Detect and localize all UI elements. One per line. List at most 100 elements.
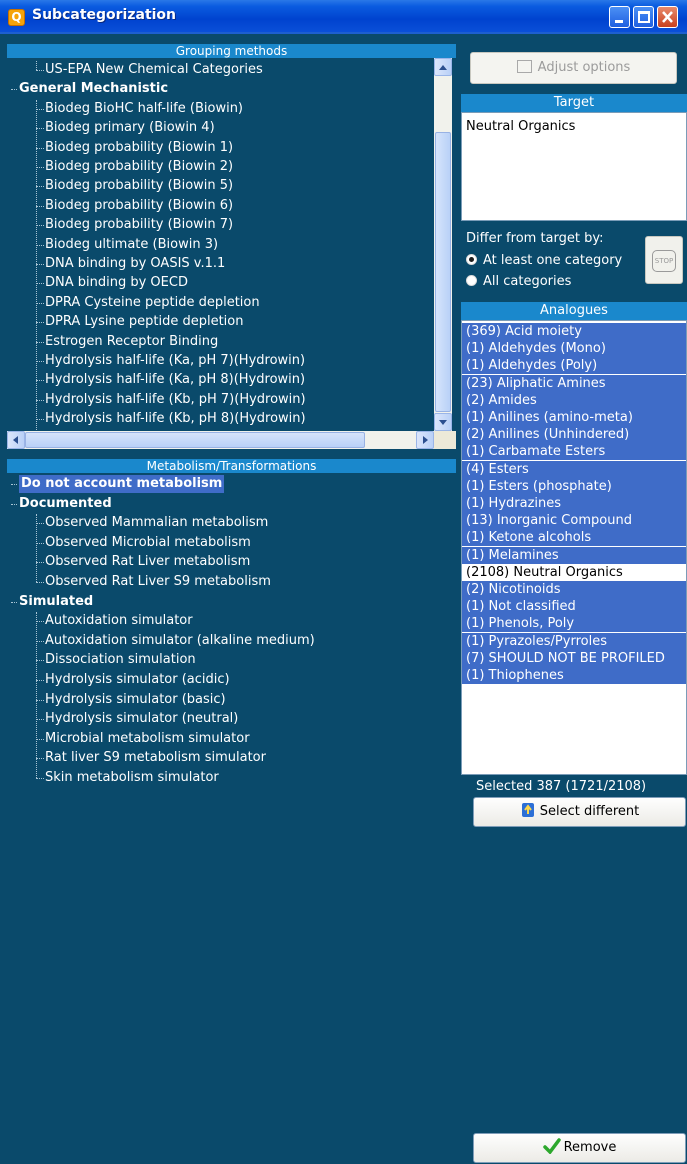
tree-leaf-node[interactable]: Biodeg probability (Biowin 7) bbox=[45, 216, 233, 234]
scroll-right-button[interactable] bbox=[416, 431, 434, 449]
remove-button[interactable]: Remove bbox=[473, 1133, 686, 1163]
analogue-item[interactable]: (1) Thiophenes bbox=[462, 667, 686, 684]
tree-leaf-node[interactable]: Microbial metabolism simulator bbox=[45, 730, 250, 748]
tree-leaf-node[interactable]: Observed Microbial metabolism bbox=[45, 534, 251, 552]
tree-connector bbox=[36, 264, 44, 265]
tree-leaf-node[interactable]: US-EPA New Chemical Categories bbox=[45, 61, 263, 79]
analogue-item[interactable]: (1) Carbamate Esters bbox=[462, 443, 686, 461]
tree-connector bbox=[36, 523, 44, 525]
scroll-thumb[interactable] bbox=[435, 132, 451, 412]
tree-leaf-node[interactable]: Skin metabolism simulator bbox=[45, 769, 219, 787]
radio-checked-icon bbox=[466, 254, 477, 265]
tree-leaf-node[interactable]: Hydrolysis half-life (Ka, pH 8)(Hydrowin… bbox=[45, 371, 305, 389]
tree-leaf-node[interactable]: Hydrolysis simulator (basic) bbox=[45, 691, 226, 709]
tree-leaf-node[interactable]: Observed Rat Liver S9 metabolism bbox=[45, 573, 271, 591]
analogue-item[interactable]: (1) Aldehydes (Poly) bbox=[462, 357, 686, 375]
tree-leaf-node[interactable]: Biodeg probability (Biowin 2) bbox=[45, 158, 233, 176]
tree-leaf-node[interactable]: Autoxidation simulator (alkaline medium) bbox=[45, 632, 315, 650]
analogues-list[interactable]: (369) Acid moiety (1) Aldehydes (Mono) (1)… bbox=[461, 320, 687, 775]
analogue-item[interactable]: (369) Acid moiety bbox=[462, 323, 686, 340]
tree-leaf-node[interactable]: Hydrolysis half-life (Kb, pH 7)(Hydrowin… bbox=[45, 391, 306, 409]
tree-leaf-node[interactable]: Observed Rat Liver metabolism bbox=[45, 553, 250, 571]
tree-connector bbox=[36, 244, 44, 246]
tree-leaf-node[interactable]: Rat liver S9 metabolism simulator bbox=[45, 749, 266, 767]
tree-leaf-node[interactable]: Hydrolysis simulator (acidic) bbox=[45, 671, 230, 689]
analogue-item[interactable]: (2) Anilines (Unhindered) bbox=[462, 426, 686, 444]
analogue-item[interactable]: (1) Pyrazoles/Pyrroles bbox=[462, 632, 686, 650]
select-different-button[interactable]: Select different bbox=[473, 797, 686, 827]
tree-leaf-node[interactable]: Observed Mammalian metabolism bbox=[45, 514, 268, 532]
analogue-item[interactable]: (1) Anilines (amino-meta) bbox=[462, 409, 686, 426]
target-box: Neutral Organics bbox=[461, 112, 687, 221]
tree-leaf-node[interactable]: Hydrolysis half-life (Ka, pH 7)(Hydrowin… bbox=[45, 352, 305, 370]
tree-leaf-node[interactable]: Biodeg probability (Biowin 6) bbox=[45, 197, 233, 215]
maximize-button[interactable] bbox=[633, 6, 654, 28]
tree-group-node[interactable]: Documented bbox=[19, 495, 112, 513]
analogue-item[interactable]: (13) Inorganic Compound bbox=[462, 512, 686, 530]
analogue-item[interactable]: (1) Aldehydes (Mono) bbox=[462, 340, 686, 358]
tree-group-node[interactable]: Simulated bbox=[19, 593, 93, 611]
tree-leaf-node[interactable]: Hydrolysis simulator (neutral) bbox=[45, 710, 238, 728]
radio-at-least-one-label: At least one category bbox=[483, 253, 623, 268]
tree-connector bbox=[11, 89, 17, 91]
tree-connector bbox=[36, 719, 44, 721]
tree-leaf-node[interactable]: DNA binding by OECD bbox=[45, 274, 188, 292]
target-value: Neutral Organics bbox=[466, 119, 576, 134]
analogue-item[interactable]: (1) Ketone alcohols bbox=[462, 529, 686, 547]
analogue-item[interactable]: (4) Esters bbox=[462, 460, 686, 478]
radio-unchecked-icon bbox=[466, 275, 477, 286]
tree-leaf-node[interactable]: Biodeg probability (Biowin 5) bbox=[45, 177, 233, 195]
stop-button[interactable]: STOP bbox=[645, 236, 683, 284]
radio-all-categories[interactable]: All categories bbox=[466, 273, 571, 291]
horizontal-scroll-thumb[interactable] bbox=[25, 432, 365, 448]
analogue-item[interactable]: (1) Melamines bbox=[462, 546, 686, 564]
scroll-up-button[interactable] bbox=[434, 58, 452, 76]
tree-connector bbox=[36, 699, 44, 701]
analogue-item[interactable]: (2) Amides bbox=[462, 391, 686, 409]
tree-leaf-node[interactable]: DPRA Cysteine peptide depletion bbox=[45, 294, 260, 312]
analogue-item[interactable]: (2) Nicotinoids bbox=[462, 581, 686, 598]
minimize-button[interactable] bbox=[609, 6, 630, 28]
analogue-item[interactable]: (1) Esters (phosphate) bbox=[462, 477, 686, 495]
tree-leaf-node[interactable]: Dissociation simulation bbox=[45, 651, 196, 669]
scroll-left-button[interactable] bbox=[7, 431, 25, 449]
tree-leaf-node[interactable]: Autoxidation simulator bbox=[45, 612, 193, 630]
tree-leaf-node[interactable]: Biodeg ultimate (Biowin 3) bbox=[45, 236, 218, 254]
grouping-horizontal-scrollbar[interactable] bbox=[7, 431, 434, 449]
adjust-options-button[interactable]: Adjust options bbox=[470, 52, 677, 84]
tree-leaf-node[interactable]: Estrogen Receptor Binding bbox=[45, 333, 218, 351]
tree-leaf-node[interactable]: Biodeg probability (Biowin 1) bbox=[45, 139, 233, 157]
analogue-item[interactable]: (1) Not classified bbox=[462, 598, 686, 616]
select-different-label: Select different bbox=[539, 804, 640, 819]
tree-leaf-node[interactable]: DPRA Lysine peptide depletion bbox=[45, 313, 244, 331]
scroll-down-button[interactable] bbox=[434, 413, 452, 431]
analogue-item[interactable]: (7) SHOULD NOT BE PROFILED bbox=[462, 649, 686, 667]
analogue-item[interactable]: (1) Hydrazines bbox=[462, 495, 686, 512]
radio-at-least-one[interactable]: At least one category bbox=[466, 252, 622, 270]
tree-connector bbox=[36, 582, 44, 583]
tree-connector bbox=[36, 205, 44, 207]
tree-connector bbox=[11, 601, 17, 603]
analogue-item[interactable]: (23) Aliphatic Amines bbox=[462, 374, 686, 392]
tree-connector bbox=[36, 322, 44, 324]
tree-connector bbox=[36, 99, 37, 431]
close-button[interactable] bbox=[657, 6, 678, 28]
tree-leaf-node[interactable]: Biodeg BioHC half-life (Biowin) bbox=[45, 100, 243, 118]
tree-connector bbox=[36, 419, 44, 421]
remove-label: Remove bbox=[563, 1140, 617, 1155]
grouping-vertical-scrollbar[interactable] bbox=[434, 58, 452, 431]
tree-connector bbox=[36, 61, 37, 70]
analogue-item[interactable]: (1) Phenols, Poly bbox=[462, 615, 686, 633]
grouping-methods-tree[interactable]: US-EPA New Chemical Categories General Me… bbox=[7, 58, 456, 431]
grouping-methods-header: Grouping methods bbox=[7, 44, 456, 58]
tree-leaf-node[interactable]: DNA binding by OASIS v.1.1 bbox=[45, 255, 225, 273]
tree-connector bbox=[36, 70, 44, 71]
title-bar: Q Subcategorization bbox=[0, 0, 687, 34]
tree-leaf-node[interactable]: Biodeg primary (Biowin 4) bbox=[45, 119, 215, 137]
tree-group-node[interactable]: Do not account metabolism bbox=[19, 475, 225, 493]
tree-connector bbox=[36, 283, 44, 285]
metabolism-tree[interactable]: Do not account metabolism Documented Obser… bbox=[7, 473, 456, 1163]
tree-leaf-node[interactable]: Hydrolysis half-life (Kb, pH 8)(Hydrowin… bbox=[45, 410, 306, 428]
tree-group-node[interactable]: General Mechanistic bbox=[19, 80, 168, 98]
analogue-item[interactable]: (2108) Neutral Organics bbox=[462, 563, 686, 581]
